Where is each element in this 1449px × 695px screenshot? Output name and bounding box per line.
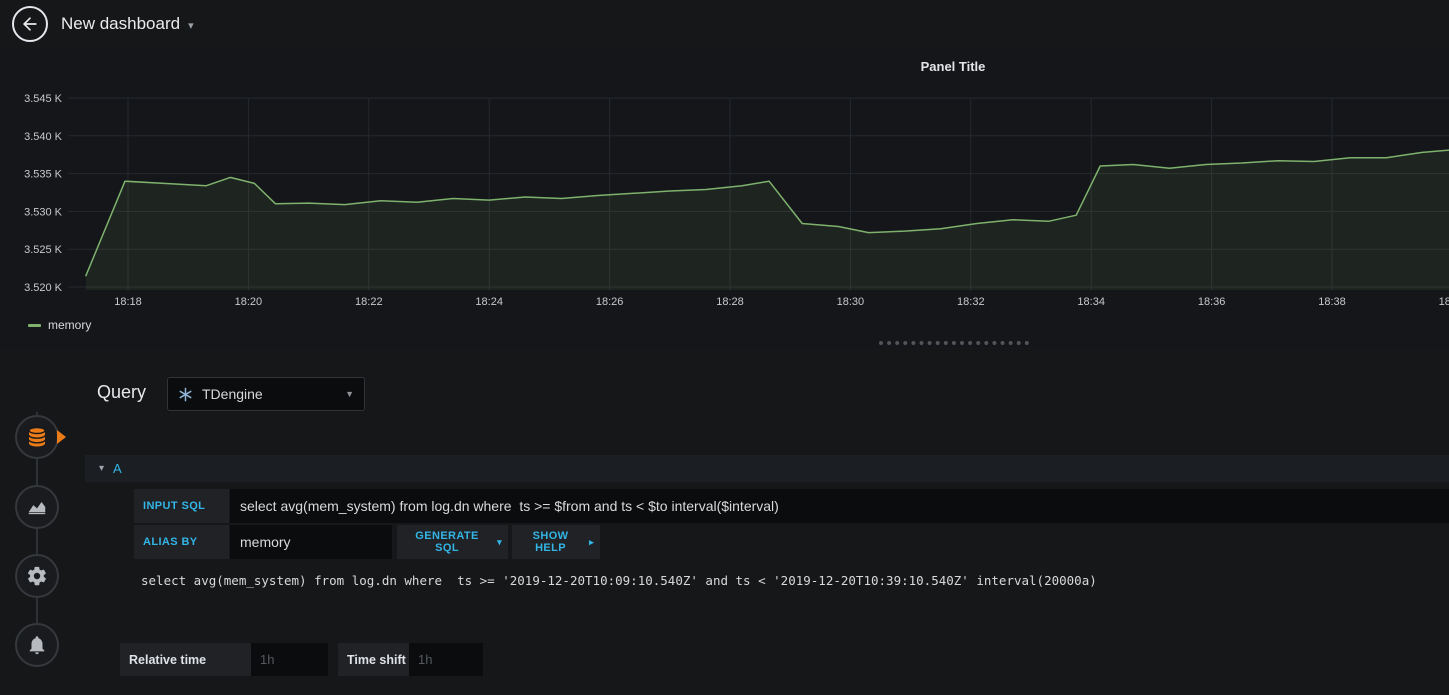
generate-sql-button[interactable]: GENERATE SQL ▾ bbox=[397, 525, 508, 559]
svg-text:18:18: 18:18 bbox=[114, 296, 142, 308]
time-shift-field[interactable] bbox=[409, 643, 483, 676]
relative-time-label: Relative time bbox=[120, 643, 251, 676]
caret-down-icon: ▼ bbox=[345, 389, 354, 399]
show-help-button[interactable]: SHOW HELP ▸ bbox=[512, 525, 600, 559]
generated-sql-text: select avg(mem_system) from log.dn where… bbox=[141, 573, 1097, 588]
svg-text:18:38: 18:38 bbox=[1318, 296, 1346, 308]
topbar: New dashboard ▾ bbox=[0, 0, 1449, 48]
bell-icon bbox=[29, 636, 45, 655]
svg-text:18:26: 18:26 bbox=[596, 296, 624, 308]
active-tab-arrow bbox=[57, 430, 66, 444]
chart-panel: 18:18 18:20 18:22 18:24 18:26 18:28 18:30 18:32… bbox=[0, 48, 1449, 348]
caret-down-icon: ▾ bbox=[188, 20, 194, 32]
svg-text:3.525 K: 3.525 K bbox=[24, 244, 63, 256]
alias-by-field[interactable] bbox=[230, 525, 392, 559]
legend: memory bbox=[28, 318, 91, 332]
svg-text:18:32: 18:32 bbox=[957, 296, 985, 308]
query-ref-id: A bbox=[113, 461, 122, 476]
arrow-left-icon bbox=[23, 17, 37, 31]
svg-text:18:20: 18:20 bbox=[235, 296, 263, 308]
tab-queries[interactable] bbox=[15, 415, 59, 459]
svg-text:18:22: 18:22 bbox=[355, 296, 383, 308]
graph-icon bbox=[28, 501, 46, 515]
caret-right-icon: ▸ bbox=[589, 536, 594, 547]
legend-color-swatch[interactable] bbox=[28, 323, 41, 327]
svg-text:18:24: 18:24 bbox=[475, 296, 503, 308]
input-sql-field[interactable] bbox=[230, 489, 1449, 523]
dashboard-title-dropdown[interactable]: New dashboard ▾ bbox=[61, 0, 194, 48]
tab-visualization[interactable] bbox=[15, 485, 59, 529]
collapse-caret-icon[interactable]: ▾ bbox=[99, 463, 104, 474]
tab-general[interactable] bbox=[15, 554, 59, 598]
query-ref-row[interactable]: ▾ A bbox=[85, 455, 1449, 482]
input-sql-label: INPUT SQL bbox=[134, 489, 229, 523]
datasource-picker[interactable]: TDengine ▼ bbox=[167, 377, 365, 411]
panel-resize-handle[interactable] bbox=[879, 341, 1029, 345]
svg-text:3.530 K: 3.530 K bbox=[24, 206, 63, 218]
svg-text:18:30: 18:30 bbox=[837, 296, 865, 308]
panel-title[interactable]: Panel Title bbox=[921, 59, 986, 74]
tab-alert[interactable] bbox=[15, 623, 59, 667]
back-button[interactable] bbox=[12, 6, 48, 42]
grafana-app: New dashboard ▾ 18:18 18:20 18:22 18:24 18:2… bbox=[0, 0, 1449, 695]
legend-series-name[interactable]: memory bbox=[48, 318, 91, 332]
tdengine-logo-icon bbox=[179, 387, 192, 401]
time-shift-label: Time shift bbox=[338, 643, 409, 676]
generate-sql-label: GENERATE SQL bbox=[415, 530, 479, 554]
datasource-name: TDengine bbox=[202, 386, 263, 402]
relative-time-field[interactable] bbox=[251, 643, 328, 676]
dashboard-title: New dashboard bbox=[61, 14, 181, 33]
svg-text:3.545 K: 3.545 K bbox=[24, 93, 63, 105]
chart-svg[interactable]: 18:18 18:20 18:22 18:24 18:26 18:28 18:30 18:32… bbox=[0, 48, 1449, 348]
show-help-label: SHOW HELP bbox=[532, 530, 569, 554]
gear-icon bbox=[27, 566, 46, 586]
database-icon bbox=[28, 426, 46, 447]
svg-text:3.535 K: 3.535 K bbox=[24, 169, 63, 181]
section-title: Query bbox=[97, 382, 147, 402]
svg-text:18:34: 18:34 bbox=[1077, 296, 1105, 308]
svg-text:3.520 K: 3.520 K bbox=[24, 282, 63, 294]
caret-down-icon: ▾ bbox=[497, 536, 502, 547]
svg-text:18:28: 18:28 bbox=[716, 296, 744, 308]
alias-by-label: ALIAS BY bbox=[134, 525, 229, 559]
svg-text:3.540 K: 3.540 K bbox=[24, 131, 63, 143]
svg-text:18:40: 18:40 bbox=[1439, 296, 1449, 308]
svg-text:18:36: 18:36 bbox=[1198, 296, 1226, 308]
